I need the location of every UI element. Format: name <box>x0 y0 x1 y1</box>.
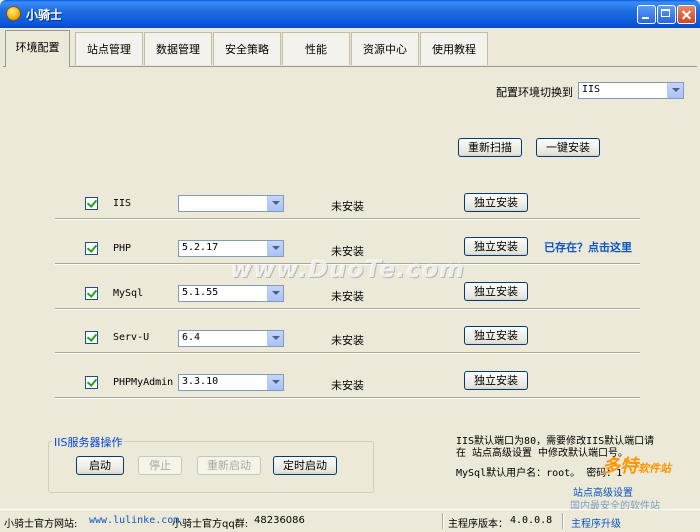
title-bar: 小骑士 <box>0 0 700 28</box>
iis-start-button[interactable]: 启动 <box>76 456 124 475</box>
servu-version-value: 6.4 <box>182 332 201 343</box>
tab-tutorial[interactable]: 使用教程 <box>420 32 488 65</box>
qq-group-label: 小骑士官方qq群: <box>172 519 249 530</box>
iis-scheduled-start-button[interactable]: 定时启动 <box>273 456 337 475</box>
mysql-status: 未安装 <box>331 290 364 303</box>
status-divider <box>442 513 444 529</box>
mysql-install-button[interactable]: 独立安装 <box>464 282 528 301</box>
phpmyadmin-install-button[interactable]: 独立安装 <box>464 371 528 390</box>
phpmyadmin-status: 未安装 <box>331 379 364 392</box>
mysql-checkbox[interactable] <box>85 287 98 300</box>
servu-checkbox[interactable] <box>85 331 98 344</box>
version-value: 4.0.0.8 <box>510 515 553 526</box>
iis-status: 未安装 <box>331 200 364 213</box>
version-label: 主程序版本： <box>448 519 508 530</box>
iis-group-title: IIS服务器操作 <box>52 434 125 450</box>
status-divider <box>562 513 564 529</box>
rescan-button[interactable]: 重新扫描 <box>458 138 522 157</box>
mysql-credentials-note: MySql默认用户名：root。 密码：1 <box>456 468 623 479</box>
component-name-iis: IIS <box>113 198 132 209</box>
iis-install-button[interactable]: 独立安装 <box>464 193 528 212</box>
iis-checkbox[interactable] <box>85 197 98 210</box>
tab-security-policy[interactable]: 安全策略 <box>213 32 281 65</box>
tab-data-management[interactable]: 数据管理 <box>144 32 212 65</box>
php-existing-link[interactable]: 已存在？点击这里 <box>544 239 632 255</box>
component-name-phpmyadmin: PHPMyAdmin <box>113 377 174 388</box>
minimize-button[interactable] <box>637 5 656 24</box>
php-checkbox[interactable] <box>85 242 98 255</box>
close-button[interactable] <box>677 5 696 24</box>
tab-site-management[interactable]: 站点管理 <box>75 32 143 65</box>
row-divider <box>55 218 640 220</box>
duote-watermark: www.DuoTe.com <box>230 255 465 283</box>
website-link[interactable]: www.lulinke.com <box>89 515 179 526</box>
tab-resource-center[interactable]: 资源中心 <box>351 32 419 65</box>
qq-group-value: 48236086 <box>254 515 305 526</box>
app-logo-icon <box>6 6 21 21</box>
servu-install-button[interactable]: 独立安装 <box>464 326 528 345</box>
phpmyadmin-version-value: 3.3.10 <box>182 376 219 387</box>
chevron-down-icon <box>267 286 283 301</box>
tab-environment-config[interactable]: 环境配置 <box>5 30 70 67</box>
row-divider <box>55 308 640 310</box>
tab-performance[interactable]: 性能 <box>282 32 350 65</box>
mysql-version-select[interactable]: 5.1.55 <box>178 285 284 302</box>
maximize-button[interactable] <box>657 5 676 24</box>
tab-bar: 站点管理 数据管理 安全策略 性能 资源中心 使用教程 <box>3 30 697 66</box>
env-switch-select[interactable]: IIS <box>578 82 684 99</box>
row-divider <box>55 397 640 399</box>
one-click-install-button[interactable]: 一键安装 <box>536 138 600 157</box>
phpmyadmin-checkbox[interactable] <box>85 376 98 389</box>
upgrade-link[interactable]: 主程序升级 <box>571 515 621 530</box>
servu-status: 未安装 <box>331 334 364 347</box>
php-install-button[interactable]: 独立安装 <box>464 237 528 256</box>
chevron-down-icon <box>267 331 283 346</box>
website-label: 小骑士官方网站: <box>4 519 78 530</box>
row-divider <box>55 352 640 354</box>
status-bar: 小骑士官方网站: www.lulinke.com 小骑士官方qq群: 48236… <box>0 509 700 532</box>
iis-restart-button[interactable]: 重新启动 <box>197 456 261 475</box>
app-window: 小骑士 站点管理 数据管理 安全策略 性能 资源中心 使用教程 环境配置 配置环… <box>0 0 700 532</box>
component-name-mysql: MySql <box>113 288 144 299</box>
servu-version-select[interactable]: 6.4 <box>178 330 284 347</box>
chevron-down-icon <box>267 375 283 390</box>
iis-version-select[interactable] <box>178 195 284 212</box>
chevron-down-icon <box>267 241 283 256</box>
iis-stop-button[interactable]: 停止 <box>138 456 182 475</box>
phpmyadmin-version-select[interactable]: 3.3.10 <box>178 374 284 391</box>
component-name-servu: Serv-U <box>113 332 150 343</box>
env-switch-label: 配置环境切换到 <box>496 86 573 99</box>
duote-logo-watermark: 多特软件站 <box>602 452 671 478</box>
chevron-down-icon <box>267 196 283 211</box>
chevron-down-icon <box>667 83 683 98</box>
php-version-value: 5.2.17 <box>182 242 219 253</box>
window-title: 小骑士 <box>26 8 63 22</box>
mysql-version-value: 5.1.55 <box>182 287 219 298</box>
duote-logo-suffix: 软件站 <box>638 462 671 475</box>
tab-divider <box>3 66 697 67</box>
env-switch-value: IIS <box>582 84 601 95</box>
duote-logo-text: 多特 <box>602 456 638 477</box>
component-name-php: PHP <box>113 243 132 254</box>
